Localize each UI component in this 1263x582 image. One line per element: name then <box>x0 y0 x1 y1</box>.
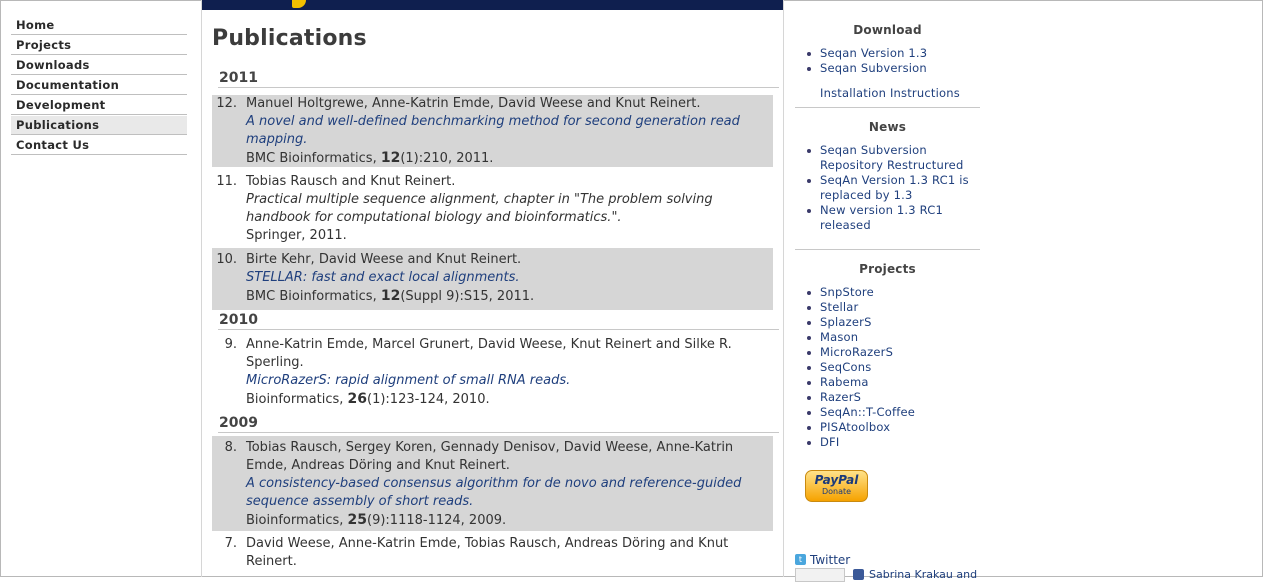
projects-heading: Projects <box>859 262 916 276</box>
publication-number: 7. <box>224 536 237 551</box>
column-divider <box>201 0 202 577</box>
download-heading: Download <box>853 23 922 37</box>
publication-venue: Springer, 2011. <box>246 228 347 243</box>
donate-label: Donate <box>821 487 852 496</box>
publication-item: 7. David Weese, Anne-Katrin Emde, Tobias… <box>212 535 773 575</box>
publication-venue: Bioinformatics, 26(1):123-124, 2010. <box>246 390 765 409</box>
year-heading: 2011 <box>218 69 779 88</box>
nav-item-contact-us[interactable]: Contact Us <box>11 136 187 155</box>
year-heading: 2010 <box>218 311 779 330</box>
project-link[interactable]: SnpStore <box>805 285 980 300</box>
header-banner <box>202 0 783 10</box>
publication-venue: BMC Bioinformatics, 12(Suppl 9):S15, 201… <box>246 287 765 306</box>
facebook-icon <box>853 569 864 580</box>
projects-list: SnpStore Stellar SplazerS Mason MicroRaz… <box>805 285 980 450</box>
issue-pages: (1):123-124, 2010. <box>367 392 490 407</box>
publication-number: 11. <box>216 174 237 189</box>
nav-item-home[interactable]: Home <box>11 16 187 35</box>
news-link[interactable]: Seqan Subversion Repository Restructured <box>805 143 980 173</box>
volume: 12 <box>380 288 401 304</box>
issue-pages: (Suppl 9):S15, 2011. <box>400 289 535 304</box>
nav-item-development[interactable]: Development <box>11 96 187 115</box>
installation-instructions-link[interactable]: Installation Instructions <box>820 86 960 100</box>
publication-title-link[interactable]: A consistency-based consensus algorithm … <box>246 475 765 511</box>
publication-venue: BMC Bioinformatics, 12(1):210, 2011. <box>246 149 765 168</box>
publication-title-link[interactable]: MicroRazerS: rapid alignment of small RN… <box>246 372 765 390</box>
download-link[interactable]: Seqan Version 1.3 <box>805 46 980 61</box>
section-divider <box>795 249 980 250</box>
venue-text: BMC Bioinformatics, <box>246 289 381 304</box>
publication-title-link[interactable]: STELLAR: fast and exact local alignments… <box>246 269 765 287</box>
project-link[interactable]: Rabema <box>805 375 980 390</box>
nav-item-documentation[interactable]: Documentation <box>11 76 187 95</box>
nav-item-downloads[interactable]: Downloads <box>11 56 187 75</box>
publication-number: 8. <box>224 440 237 455</box>
publication-venue: Bioinformatics, 25(9):1118-1124, 2009. <box>246 511 765 530</box>
issue-pages: (1):210, 2011. <box>400 151 494 166</box>
publication-authors: David Weese, Anne-Katrin Emde, Tobias Ra… <box>246 536 729 569</box>
facebook-friends-text[interactable]: Sabrina Krakau and <box>869 568 977 581</box>
nav-item-publications[interactable]: Publications <box>11 116 187 135</box>
volume: 12 <box>380 150 401 166</box>
publication-item: 8. Tobias Rausch, Sergey Koren, Gennady … <box>212 436 773 531</box>
publication-item: 12. Manuel Holtgrewe, Anne-Katrin Emde, … <box>212 95 773 167</box>
twitter-icon: t <box>795 554 806 565</box>
project-link[interactable]: RazerS <box>805 390 980 405</box>
project-link[interactable]: DFI <box>805 435 980 450</box>
publication-authors: Birte Kehr, David Weese and Knut Reinert… <box>246 252 522 267</box>
volume: 26 <box>347 391 367 407</box>
issue-pages: (9):1118-1124, 2009. <box>367 513 507 528</box>
main-content: Publications 2011 12. Manuel Holtgrewe, … <box>212 24 779 569</box>
nav-item-projects[interactable]: Projects <box>11 36 187 55</box>
venue-text: BMC Bioinformatics, <box>246 151 381 166</box>
publication-authors: Anne-Katrin Emde, Marcel Grunert, David … <box>246 337 732 370</box>
project-link[interactable]: Mason <box>805 330 980 345</box>
project-link[interactable]: PISAtoolbox <box>805 420 980 435</box>
publication-number: 9. <box>224 337 237 352</box>
publication-item: 11. Tobias Rausch and Knut Reinert. Prac… <box>212 173 773 245</box>
publication-authors: Tobias Rausch and Knut Reinert. <box>246 174 456 189</box>
project-link[interactable]: Stellar <box>805 300 980 315</box>
left-navigation: Home Projects Downloads Documentation De… <box>11 16 187 156</box>
venue-text: Bioinformatics, <box>246 513 348 528</box>
news-heading: News <box>868 120 907 134</box>
download-list: Seqan Version 1.3 Seqan Subversion <box>805 46 980 76</box>
news-list: Seqan Subversion Repository Restructured… <box>805 143 980 233</box>
publication-number: 12. <box>216 96 237 111</box>
venue-text: Bioinformatics, <box>246 392 348 407</box>
publication-authors: Manuel Holtgrewe, Anne-Katrin Emde, Davi… <box>246 96 701 111</box>
publication-title-link[interactable]: A novel and well-defined benchmarking me… <box>246 113 765 149</box>
project-link[interactable]: SplazerS <box>805 315 980 330</box>
publication-authors: Tobias Rausch, Sergey Koren, Gennady Den… <box>246 440 734 473</box>
project-link[interactable]: SeqCons <box>805 360 980 375</box>
volume: 25 <box>347 512 367 528</box>
publication-item: 10. Birte Kehr, David Weese and Knut Rei… <box>212 248 773 310</box>
download-link[interactable]: Seqan Subversion <box>805 61 980 76</box>
facebook-like-button[interactable] <box>795 568 845 582</box>
section-divider <box>795 107 980 108</box>
news-link[interactable]: SeqAn Version 1.3 RC1 is replaced by 1.3 <box>805 173 980 203</box>
year-heading: 2009 <box>218 414 779 433</box>
project-link[interactable]: MicroRazerS <box>805 345 980 360</box>
project-link[interactable]: SeqAn::T-Coffee <box>805 405 980 420</box>
publication-item: 9. Anne-Katrin Emde, Marcel Grunert, Dav… <box>212 336 773 408</box>
news-link[interactable]: New version 1.3 RC1 released <box>805 203 980 233</box>
paypal-donate-button[interactable]: PayPal Donate <box>805 470 868 502</box>
column-divider <box>783 0 784 577</box>
paypal-logo-text: PayPal <box>814 473 859 487</box>
publication-number: 10. <box>216 252 237 267</box>
page-title: Publications <box>212 26 367 51</box>
publication-title: Practical multiple sequence alignment, c… <box>246 192 713 225</box>
twitter-link[interactable]: Twitter <box>810 553 850 567</box>
